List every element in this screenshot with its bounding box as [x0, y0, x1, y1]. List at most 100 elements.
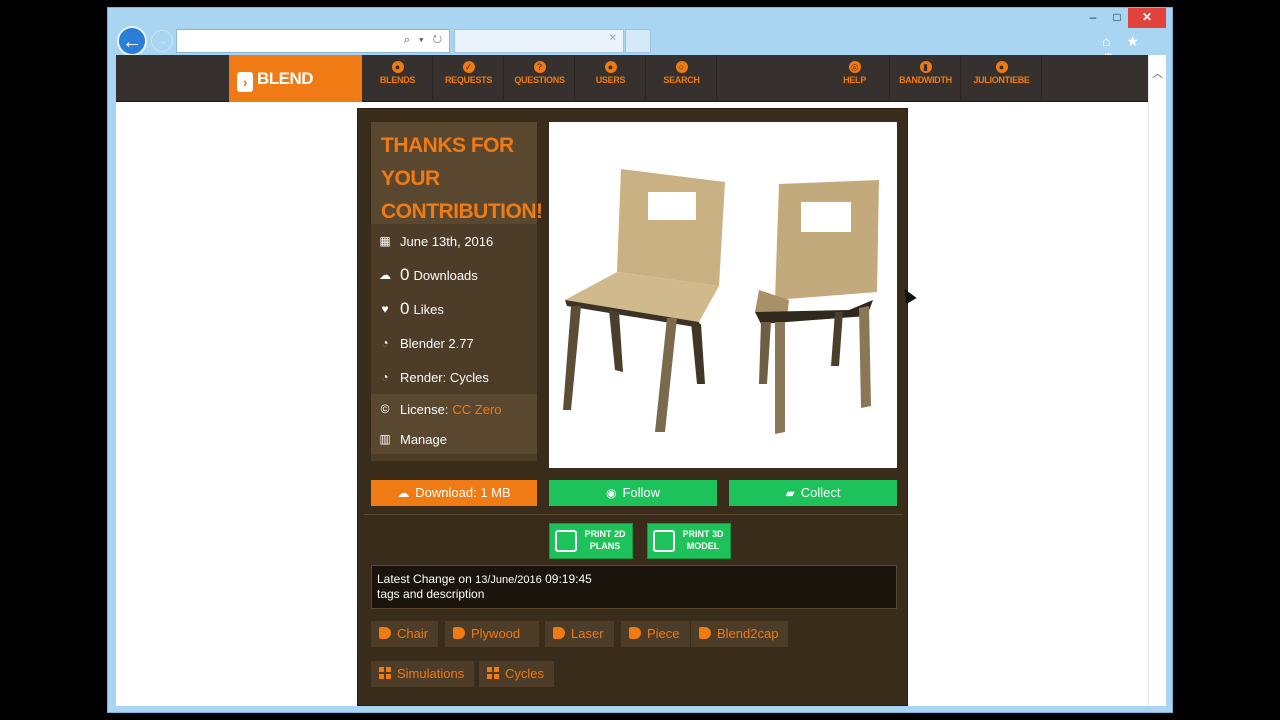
chevron-up-icon[interactable]: ︿	[1152, 65, 1163, 81]
print-2d-label: PRINT 2D PLANS	[580, 528, 630, 552]
cloud-download-icon: ☁	[379, 268, 391, 282]
check-icon: ✓	[462, 61, 475, 73]
close-window-button[interactable]: ✕	[1128, 8, 1166, 28]
nav-label: SEARCH	[663, 75, 700, 85]
blend-card: THANKS FOR YOUR CONTRIBUTION! ▦ June 13th…	[357, 108, 908, 706]
category-simulations[interactable]: Simulations	[371, 661, 475, 687]
nav-label: QUESTIONS	[514, 75, 565, 85]
nav-bandwidth[interactable]: ▮ BANDWIDTH	[891, 55, 961, 102]
question-icon: ?	[533, 61, 546, 73]
tag-blend2cap[interactable]: Blend2cap	[691, 621, 789, 647]
cc-icon: ©	[380, 402, 390, 416]
nav-label: REQUESTS	[444, 75, 493, 85]
nav-label: JULIONTIEBE	[973, 75, 1030, 85]
upload-date: June 13th, 2016	[400, 233, 494, 249]
license-label: License:	[400, 401, 449, 417]
print-2d-line1: PRINT 2D	[584, 529, 626, 539]
heart-icon: ♥	[381, 302, 389, 316]
forward-button[interactable]: →	[151, 30, 173, 52]
license-link[interactable]: CC Zero	[452, 402, 501, 417]
tab-close-icon[interactable]: ✕	[609, 33, 617, 44]
bar-chart-icon: ▮	[919, 61, 932, 73]
collect-label: Collect	[800, 485, 841, 500]
nav-label: USERS	[595, 75, 626, 85]
calendar-icon: ▦	[379, 234, 391, 248]
section-divider	[364, 514, 903, 515]
print-3d-model-button[interactable]: PRINT 3D MODEL	[647, 523, 731, 559]
nav-help[interactable]: ◎ HELP	[820, 55, 890, 102]
manage-icon: ▥	[379, 432, 391, 446]
tag-laser[interactable]: Laser	[545, 621, 614, 647]
tag-label: Plywood	[471, 626, 521, 641]
collect-button[interactable]: ▰ Collect	[729, 480, 897, 506]
printer-icon	[555, 530, 577, 552]
tag-label: Laser	[571, 626, 604, 641]
tag-label: Blend2cap	[717, 626, 779, 641]
category-label: Cycles	[505, 666, 545, 681]
print-2d-line2: PLANS	[589, 541, 621, 551]
print-3d-line1: PRINT 3D	[682, 529, 724, 539]
browser-window: ‒ □ ✕ ← → ⌕ ▾ ↻ ✕ ⌂ ★ ⚙ ›BLEND SWAP ●BLE…	[107, 7, 1173, 713]
change-date: 13/June/2016	[475, 574, 542, 586]
license-row: © License: CC Zero	[371, 394, 537, 424]
likes-label: Likes	[413, 301, 444, 317]
blender-icon: ◔	[381, 336, 389, 350]
blender-icon: ●	[391, 61, 404, 73]
downloads-row: ☁ 0 Downloads	[371, 258, 537, 292]
nav-blends[interactable]: ● BLENDS	[363, 55, 433, 102]
back-button[interactable]: ←	[117, 26, 147, 56]
change-prefix: Latest Change on	[377, 572, 472, 586]
lifebuoy-icon: ◎	[848, 61, 861, 73]
tag-icon	[453, 627, 465, 639]
download-button[interactable]: ☁ Download: 1 MB	[371, 480, 537, 506]
thanks-heading: THANKS FOR YOUR CONTRIBUTION!	[371, 122, 543, 224]
blender-version: Blender 2.77	[400, 335, 474, 351]
3d-printer-icon	[653, 530, 675, 552]
arrow-left-icon: ←	[122, 31, 142, 53]
browser-tab[interactable]: ✕	[454, 29, 624, 53]
maximize-button[interactable]: □	[1106, 8, 1128, 28]
render-engine: Render: Cycles	[400, 369, 489, 385]
download-label: Download: 1 MB	[415, 485, 511, 500]
nav-requests[interactable]: ✓ REQUESTS	[434, 55, 504, 102]
likes-count: 0	[400, 299, 410, 318]
logo-icon: ›	[237, 72, 253, 92]
nav-user-profile[interactable]: ● JULIONTIEBE	[962, 55, 1042, 102]
site-logo[interactable]: › BLEND SWAP	[229, 55, 362, 135]
nav-search[interactable]: ○ SEARCH	[647, 55, 717, 102]
manage-row[interactable]: ▥ Manage	[371, 424, 537, 454]
tag-chair[interactable]: Chair	[371, 621, 439, 647]
blend-preview-image[interactable]	[549, 122, 897, 468]
category-cycles[interactable]: Cycles	[479, 661, 555, 687]
print-3d-label: PRINT 3D MODEL	[678, 528, 728, 552]
cloud-download-icon: ☁	[397, 486, 410, 500]
address-bar[interactable]: ⌕ ▾ ↻	[176, 29, 450, 53]
print-2d-plans-button[interactable]: PRINT 2D PLANS	[549, 523, 633, 559]
nav-label: HELP	[843, 75, 866, 85]
minimize-button[interactable]: ‒	[1082, 8, 1104, 28]
blender-version-row: ◔ Blender 2.77	[371, 326, 537, 360]
new-tab-button[interactable]	[625, 29, 651, 53]
tag-icon	[379, 627, 391, 639]
site-navbar: › BLEND SWAP ● BLENDS ✓ REQUESTS ? QUESTIONS…	[116, 55, 1148, 135]
follow-button[interactable]: ◉ Follow	[549, 480, 717, 506]
folder-icon: ▰	[785, 486, 795, 500]
nav-questions[interactable]: ? QUESTIONS	[505, 55, 575, 102]
latest-change-box: Latest Change on 13/June/2016 09:19:45 t…	[371, 565, 897, 609]
tag-piece[interactable]: Piece	[621, 621, 690, 647]
nav-users[interactable]: ● USERS	[576, 55, 646, 102]
downloads-label: Downloads	[413, 267, 478, 283]
vertical-scrollbar[interactable]: ︿	[1148, 55, 1166, 706]
likes-row: ♥ 0 Likes	[371, 292, 537, 326]
tag-label: Chair	[397, 626, 429, 641]
tag-label: Piece	[647, 626, 680, 641]
address-bar-icons[interactable]: ⌕ ▾ ↻	[404, 34, 445, 47]
users-icon: ●	[604, 61, 617, 73]
category-label: Simulations	[397, 666, 465, 681]
chairs-render	[563, 169, 879, 434]
tag-plywood[interactable]: Plywood	[445, 621, 539, 647]
change-description: tags and description	[377, 587, 485, 601]
eye-icon: ◉	[605, 486, 617, 500]
print-3d-line2: MODEL	[686, 541, 720, 551]
user-icon: ●	[995, 61, 1008, 73]
